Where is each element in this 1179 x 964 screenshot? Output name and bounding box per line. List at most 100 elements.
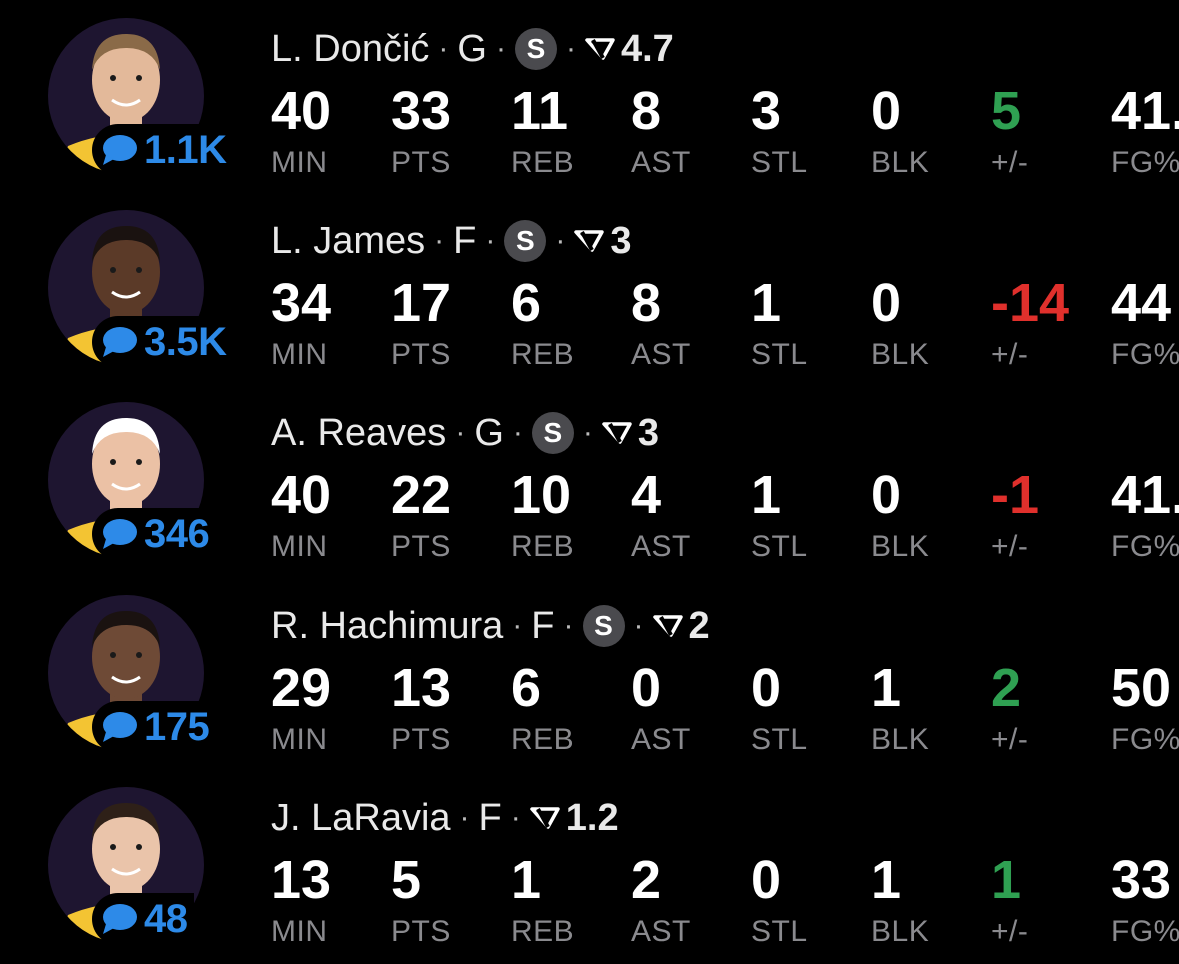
starter-badge: S [532, 412, 574, 454]
stat-label: REB [511, 532, 631, 562]
chat-bubble-icon [100, 902, 138, 936]
stat-reb: 6REB [511, 661, 631, 755]
stat-value: 0 [871, 84, 991, 138]
fantasy-value: 3 [610, 220, 631, 263]
stat-pts: 33PTS [391, 84, 511, 178]
stat-value: 34 [271, 276, 391, 330]
player-position: F [531, 605, 554, 648]
fantasy-score: 3 [574, 220, 631, 263]
player-name[interactable]: J. LaRavia [271, 797, 451, 840]
stat-plus-minus: 1+/- [991, 853, 1111, 947]
stat-blk: 0BLK [871, 468, 991, 562]
stat-value: 17 [391, 276, 511, 330]
fantasy-value: 2 [689, 605, 710, 648]
stat-fg: 33FG% [1111, 853, 1179, 947]
stat-plus-minus: 2+/- [991, 661, 1111, 755]
comment-count-badge[interactable]: 346 [92, 508, 215, 560]
stat-blk: 0BLK [871, 276, 991, 370]
stat-fg: 41.FG% [1111, 468, 1179, 562]
stat-reb: 10REB [511, 468, 631, 562]
fantasy-points-icon [602, 420, 632, 446]
player-row[interactable]: 3.5KL. James·F·S·334MIN17PTS6REB8AST1STL… [0, 192, 1179, 384]
stat-label: +/- [991, 725, 1111, 755]
fantasy-score: 4.7 [585, 28, 674, 71]
stat-label: +/- [991, 148, 1111, 178]
stat-stl: 0STL [751, 853, 871, 947]
player-row[interactable]: 1.1KL. Dončić·G·S·4.740MIN33PTS11REB8AST… [0, 0, 1179, 192]
separator-dot: · [455, 416, 465, 450]
player-info-line[interactable]: J. LaRavia·F·1.2 [271, 795, 619, 841]
chat-bubble-icon [100, 710, 138, 744]
separator-dot: · [583, 416, 593, 450]
stat-label: BLK [871, 148, 991, 178]
stat-value: 40 [271, 468, 391, 522]
player-row[interactable]: 346A. Reaves·G·S·340MIN22PTS10REB4AST1ST… [0, 384, 1179, 576]
stat-value: 0 [751, 853, 871, 907]
stat-value: 11 [511, 84, 631, 138]
stat-label: REB [511, 340, 631, 370]
stat-label: BLK [871, 725, 991, 755]
player-info-line[interactable]: L. James·F·S·3 [271, 218, 632, 264]
fantasy-points-icon [530, 805, 560, 831]
stat-reb: 6REB [511, 276, 631, 370]
stat-label: BLK [871, 917, 991, 947]
stat-label: BLK [871, 532, 991, 562]
fantasy-score: 3 [602, 412, 659, 455]
comment-count: 346 [144, 512, 209, 557]
fantasy-value: 1.2 [566, 797, 619, 840]
stat-value: 50 [1111, 661, 1179, 715]
stat-value: 0 [751, 661, 871, 715]
stat-value: 0 [631, 661, 751, 715]
stat-label: MIN [271, 917, 391, 947]
stat-value: 8 [631, 276, 751, 330]
stat-value: 13 [271, 853, 391, 907]
comment-count-badge[interactable]: 1.1K [92, 124, 233, 176]
stat-label: +/- [991, 532, 1111, 562]
fantasy-score: 1.2 [530, 797, 619, 840]
stat-label: MIN [271, 532, 391, 562]
player-name[interactable]: A. Reaves [271, 412, 446, 455]
stat-label: FG% [1111, 340, 1179, 370]
player-name[interactable]: L. James [271, 220, 425, 263]
stat-fg: 41.FG% [1111, 84, 1179, 178]
player-info-line[interactable]: L. Dončić·G·S·4.7 [271, 26, 674, 72]
stat-label: AST [631, 725, 751, 755]
comment-count-badge[interactable]: 3.5K [92, 316, 233, 368]
fantasy-value: 3 [638, 412, 659, 455]
stat-label: STL [751, 725, 871, 755]
fantasy-points-icon [574, 228, 604, 254]
stat-reb: 1REB [511, 853, 631, 947]
stat-label: PTS [391, 148, 511, 178]
comment-count: 3.5K [144, 320, 227, 365]
player-info-line[interactable]: A. Reaves·G·S·3 [271, 410, 659, 456]
stat-value: 1 [871, 853, 991, 907]
stat-label: PTS [391, 725, 511, 755]
player-info-line[interactable]: R. Hachimura·F·S·2 [271, 603, 710, 649]
starter-badge: S [504, 220, 546, 262]
chat-bubble-icon [100, 517, 138, 551]
stat-value: 1 [511, 853, 631, 907]
comment-count: 175 [144, 705, 209, 750]
player-row[interactable]: 48J. LaRavia·F·1.213MIN5PTS1REB2AST0STL1… [0, 769, 1179, 961]
stat-value: 1 [991, 853, 1111, 907]
stat-value: 41. [1111, 468, 1179, 522]
player-name[interactable]: L. Dončić [271, 28, 429, 71]
separator-dot: · [513, 416, 523, 450]
stat-value: 44 [1111, 276, 1179, 330]
separator-dot: · [564, 609, 574, 643]
stat-stl: 1STL [751, 468, 871, 562]
stat-value: 5 [391, 853, 511, 907]
player-row[interactable]: 175R. Hachimura·F·S·229MIN13PTS6REB0AST0… [0, 577, 1179, 769]
comment-count-badge[interactable]: 175 [92, 701, 215, 753]
stat-stl: 0 STL [751, 661, 871, 755]
comment-count-badge[interactable]: 48 [92, 893, 194, 945]
separator-dot: · [511, 801, 521, 835]
stat-reb: 11REB [511, 84, 631, 178]
player-position: F [453, 220, 476, 263]
player-name[interactable]: R. Hachimura [271, 605, 503, 648]
stat-label: PTS [391, 917, 511, 947]
stat-value: 4 [631, 468, 751, 522]
stat-min: 40 MIN [271, 468, 391, 562]
stat-value: -1 [991, 468, 1111, 522]
stat-value: -14 [991, 276, 1111, 330]
